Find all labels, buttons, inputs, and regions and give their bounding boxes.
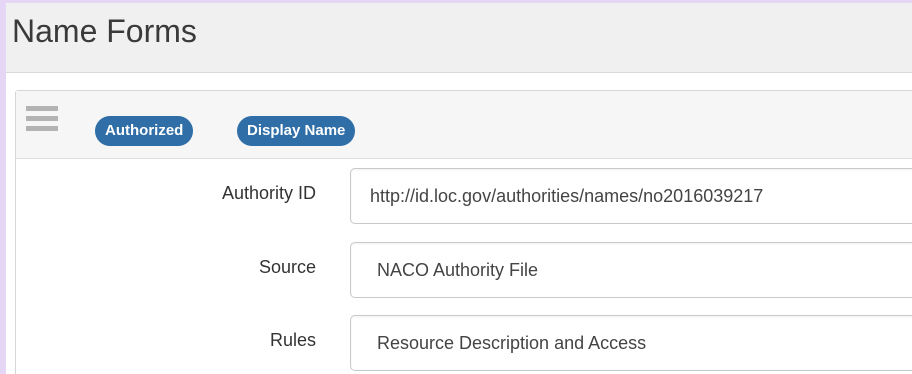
source-row: Source NACO Authority File — [16, 237, 912, 298]
authorized-badge: Authorized — [95, 116, 194, 146]
section-header: Name Forms — [6, 3, 912, 73]
rules-value: Resource Description and Access — [377, 333, 647, 353]
rules-row: Rules Resource Description and Access — [16, 310, 912, 371]
display-name-badge: Display Name — [237, 116, 356, 146]
authority-id-label: Authority ID — [221, 183, 316, 203]
drag-handle-icon[interactable] — [26, 106, 58, 140]
name-forms-section: Name Forms Authorized Display Name Autho… — [6, 3, 912, 374]
section-title: Name Forms — [12, 13, 197, 49]
authority-id-value: http://id.loc.gov/authorities/names/no20… — [370, 186, 764, 206]
source-value: NACO Authority File — [377, 260, 539, 280]
authority-id-row: Authority ID http://id.loc.gov/authoriti… — [16, 163, 912, 224]
panel-header: Authorized Display Name — [16, 91, 912, 159]
authority-id-field[interactable]: http://id.loc.gov/authorities/names/no20… — [350, 168, 912, 224]
name-form-panel: Authorized Display Name Authority ID htt… — [15, 90, 912, 374]
rules-label: Rules — [269, 330, 316, 350]
source-label: Source — [258, 257, 316, 277]
rules-field[interactable]: Resource Description and Access — [350, 315, 912, 371]
source-field[interactable]: NACO Authority File — [350, 242, 912, 298]
